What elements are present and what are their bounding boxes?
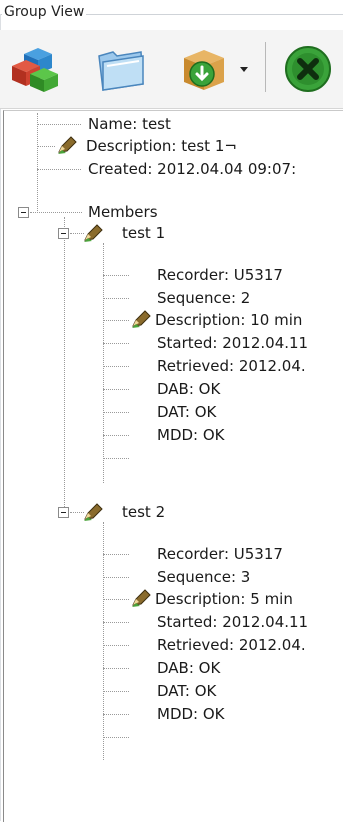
cubes-button[interactable] (6, 40, 64, 98)
dropdown-arrow-icon (240, 67, 248, 72)
tree-node-dat[interactable]: DAT: OK (157, 680, 216, 702)
edit-pen-icon (84, 503, 103, 521)
panel-title: Group View (2, 4, 87, 20)
edit-pen-icon (58, 136, 77, 154)
tree-node-sequence[interactable]: Sequence: 2 (157, 287, 250, 309)
toolbar (0, 30, 343, 109)
delete-icon (285, 46, 331, 92)
tree-node-description[interactable]: Description: 10 min (155, 309, 302, 331)
import-button[interactable] (176, 40, 232, 98)
tree-node-description[interactable]: Description: test 1¬ (86, 135, 237, 157)
tree-node-started[interactable]: Started: 2012.04.11 (157, 611, 308, 633)
tree-node-member-label[interactable]: test 2 (122, 501, 165, 523)
folder-icon (98, 51, 144, 91)
tree-node-dab[interactable]: DAB: OK (157, 657, 220, 679)
tree-node-started[interactable]: Started: 2012.04.11 (157, 332, 308, 354)
tree-node-recorder[interactable]: Recorder: U5317 (157, 264, 283, 286)
tree-node-mdd[interactable]: MDD: OK (157, 703, 225, 725)
tree-node-dab[interactable]: DAB: OK (157, 378, 220, 400)
tree-node-mdd[interactable]: MDD: OK (157, 424, 225, 446)
group-tree[interactable]: Name: test Description: test 1¬ Created:… (3, 110, 343, 822)
open-folder-button[interactable] (90, 40, 152, 98)
delete-button[interactable] (278, 40, 338, 98)
tree-node-dat[interactable]: DAT: OK (157, 401, 216, 423)
test1-collapse-toggle[interactable] (58, 228, 69, 239)
edit-pen-icon (132, 589, 151, 607)
cubes-icon (12, 48, 58, 92)
edit-pen-icon (84, 224, 103, 242)
tree-node-sequence[interactable]: Sequence: 3 (157, 566, 250, 588)
group-box-border (0, 14, 1, 821)
tree-node-members[interactable]: Members (88, 201, 158, 223)
download-box-icon (184, 50, 224, 90)
tree-node-description[interactable]: Description: 5 min (155, 588, 293, 610)
members-collapse-toggle[interactable] (18, 207, 29, 218)
import-dropdown[interactable] (236, 40, 252, 98)
tree-node-retrieved[interactable]: Retrieved: 2012.04. (157, 355, 306, 377)
toolbar-separator (265, 42, 266, 92)
test2-collapse-toggle[interactable] (58, 507, 69, 518)
tree-node-name[interactable]: Name: test (88, 113, 171, 135)
tree-node-member-label[interactable]: test 1 (122, 222, 165, 244)
tree-node-recorder[interactable]: Recorder: U5317 (157, 543, 283, 565)
edit-pen-icon (132, 310, 151, 328)
tree-node-retrieved[interactable]: Retrieved: 2012.04. (157, 634, 306, 656)
tree-node-created[interactable]: Created: 2012.04.04 09:07: (88, 158, 296, 180)
